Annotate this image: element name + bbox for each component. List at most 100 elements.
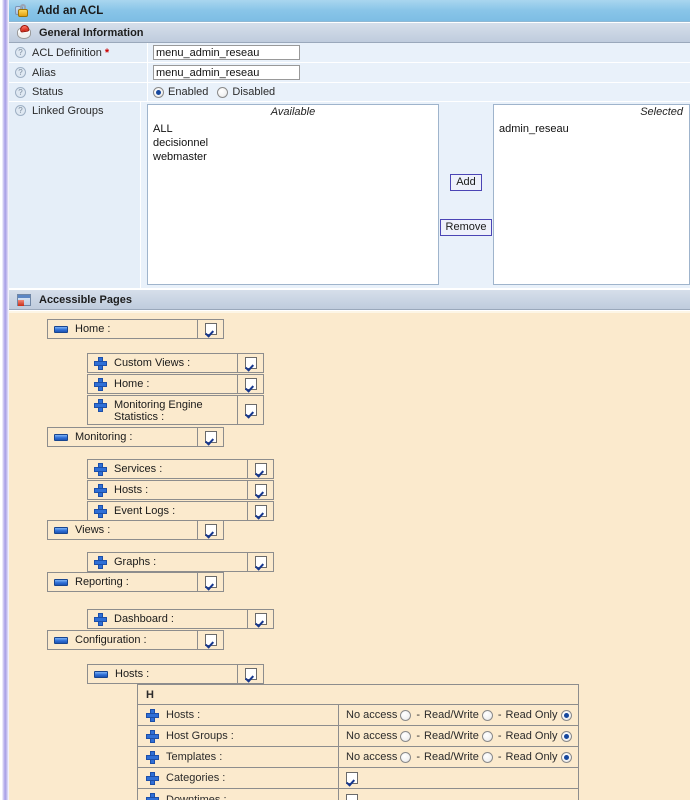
table-row[interactable]: Categories : <box>138 768 578 789</box>
blue-plus-icon[interactable] <box>94 378 107 391</box>
blue-plus-icon[interactable] <box>94 613 107 626</box>
list-item[interactable]: ALL <box>153 122 438 136</box>
page-row-dashboard[interactable]: Dashboard : <box>87 609 274 629</box>
page-row-label: Monitoring : <box>48 431 197 443</box>
page-row-label: Dashboard : <box>88 613 247 626</box>
list-item[interactable]: webmaster <box>153 150 438 164</box>
question-mark-icon[interactable]: ? <box>15 87 26 98</box>
hosts-row-control <box>338 768 364 788</box>
page-row-event-logs[interactable]: Event Logs : <box>87 501 274 521</box>
available-groups-listbox[interactable]: Available ALL decisionnel webmaster <box>147 104 439 285</box>
page-row-custom-views[interactable]: Custom Views : <box>87 353 264 373</box>
blue-plus-icon[interactable] <box>94 357 107 370</box>
linked-groups-value-cell: Available ALL decisionnel webmaster Add … <box>141 102 690 288</box>
blue-plus-icon[interactable] <box>94 399 107 412</box>
page-row-hosts-monitoring[interactable]: Hosts : <box>87 480 274 500</box>
blue-plus-icon[interactable] <box>94 505 107 518</box>
hosts-row-checkbox[interactable] <box>346 794 358 800</box>
read-only-radio[interactable] <box>561 731 572 742</box>
blue-plus-icon[interactable] <box>146 709 159 722</box>
hosts-row-text: Categories : <box>166 772 225 784</box>
page-row-hosts-configuration[interactable]: Hosts : <box>87 664 264 684</box>
page-row-checkbox[interactable] <box>205 524 217 536</box>
page-row-checkbox[interactable] <box>205 323 217 335</box>
status-enabled-radio[interactable] <box>153 87 164 98</box>
status-label: Status <box>32 86 63 98</box>
selected-groups-listbox[interactable]: Selected admin_reseau <box>493 104 690 285</box>
separator: - <box>416 751 420 763</box>
hosts-row-options: No access - Read/Write - Read Only <box>338 747 578 767</box>
read-only-label: Read Only <box>506 751 558 763</box>
page-row-checkbox[interactable] <box>245 357 257 369</box>
blue-plus-icon[interactable] <box>146 793 159 800</box>
read-write-radio[interactable] <box>482 752 493 763</box>
page-row-graphs[interactable]: Graphs : <box>87 552 274 572</box>
list-item[interactable]: admin_reseau <box>499 122 689 136</box>
page-row-monitoring[interactable]: Monitoring : <box>47 427 224 447</box>
page-row-checkbox[interactable] <box>255 556 267 568</box>
page-row-checkbox[interactable] <box>245 378 257 390</box>
acl-definition-input[interactable] <box>153 45 300 60</box>
table-row[interactable]: Host Groups : No access - Read/Write - R… <box>138 726 578 747</box>
add-button[interactable]: Add <box>450 174 482 191</box>
question-mark-icon[interactable]: ? <box>15 47 26 58</box>
page-row-checkbox[interactable] <box>255 505 267 517</box>
list-item[interactable]: decisionnel <box>153 136 438 150</box>
page-row-views[interactable]: Views : <box>47 520 224 540</box>
no-access-radio[interactable] <box>400 710 411 721</box>
page-row-control <box>197 428 223 446</box>
linked-groups-label: Linked Groups <box>32 105 104 117</box>
status-value-cell: Enabled Disabled <box>148 83 690 101</box>
page-row-checkbox[interactable] <box>205 634 217 646</box>
page-row-checkbox[interactable] <box>205 576 217 588</box>
page-row-label: Reporting : <box>48 576 197 588</box>
table-row[interactable]: Downtimes : <box>138 789 578 800</box>
question-mark-icon[interactable]: ? <box>15 67 26 78</box>
no-access-label: No access <box>346 709 397 721</box>
blue-plus-icon[interactable] <box>146 751 159 764</box>
page-row-label: Services : <box>88 463 247 476</box>
status-disabled-radio[interactable] <box>217 87 228 98</box>
page-row-text: Hosts : <box>115 668 149 680</box>
page-row-home-sub[interactable]: Home : <box>87 374 264 394</box>
page-row-text: Views : <box>75 524 110 536</box>
blue-plus-icon[interactable] <box>94 484 107 497</box>
page-row-text: Hosts : <box>114 484 148 496</box>
page-row-services[interactable]: Services : <box>87 459 274 479</box>
alias-input[interactable] <box>153 65 300 80</box>
read-only-radio[interactable] <box>561 710 572 721</box>
no-access-radio[interactable] <box>400 731 411 742</box>
page-row-checkbox[interactable] <box>255 613 267 625</box>
read-only-radio[interactable] <box>561 752 572 763</box>
blue-plus-icon[interactable] <box>94 556 107 569</box>
general-information-title: General Information <box>39 27 144 39</box>
page-row-text: Dashboard : <box>114 613 174 625</box>
no-access-radio[interactable] <box>400 752 411 763</box>
hosts-row-text: Hosts : <box>166 709 200 721</box>
hosts-row-checkbox[interactable] <box>346 772 358 784</box>
blue-plus-icon[interactable] <box>94 463 107 476</box>
status-row: ? Status Enabled Disabled <box>9 83 690 102</box>
page-row-text: Event Logs : <box>114 505 175 517</box>
table-row[interactable]: Templates : No access - Read/Write - Rea… <box>138 747 578 768</box>
page-row-monitoring-engine-statistics[interactable]: Monitoring Engine Statistics : <box>87 395 264 425</box>
blue-plus-icon[interactable] <box>146 730 159 743</box>
table-row[interactable]: Hosts : No access - Read/Write - Read On… <box>138 705 578 726</box>
page-row-text: Home : <box>75 323 110 335</box>
page-row-reporting[interactable]: Reporting : <box>47 572 224 592</box>
page-row-checkbox[interactable] <box>245 668 257 680</box>
page-row-checkbox[interactable] <box>205 431 217 443</box>
page-row-control <box>197 631 223 649</box>
page-row-checkbox[interactable] <box>255 484 267 496</box>
page-row-checkbox[interactable] <box>255 463 267 475</box>
page-row-home[interactable]: Home : <box>47 319 224 339</box>
page-row-checkbox[interactable] <box>245 404 257 416</box>
read-write-radio[interactable] <box>482 710 493 721</box>
question-mark-icon[interactable]: ? <box>15 105 26 116</box>
blue-plus-icon[interactable] <box>146 772 159 785</box>
page-row-configuration[interactable]: Configuration : <box>47 630 224 650</box>
hosts-row-text: Downtimes : <box>166 794 227 800</box>
page-row-label: Custom Views : <box>88 357 237 370</box>
read-write-radio[interactable] <box>482 731 493 742</box>
remove-button[interactable]: Remove <box>440 219 493 236</box>
